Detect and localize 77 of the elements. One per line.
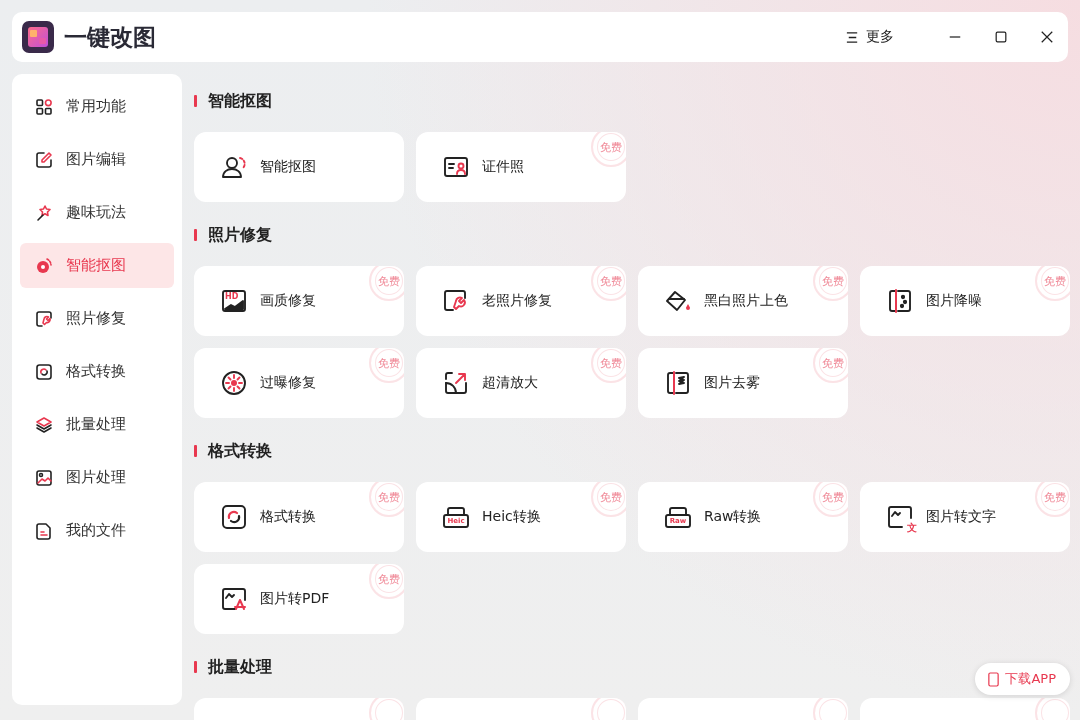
free-stamp: 免费: [813, 266, 848, 301]
sidebar-item[interactable]: 格式转换: [20, 349, 174, 394]
free-stamp: 免费: [813, 348, 848, 383]
free-stamp: 免费: [369, 266, 404, 301]
sidebar-item[interactable]: 常用功能: [20, 84, 174, 129]
sidebar-item[interactable]: 趣味玩法: [20, 190, 174, 235]
sidebar-item[interactable]: 批量处理: [20, 402, 174, 447]
grid-icon: [34, 96, 54, 117]
free-stamp: 免费: [1035, 482, 1070, 517]
menu-icon: [845, 29, 860, 45]
sidebar-item[interactable]: 我的文件: [20, 508, 174, 553]
section-heading: 照片修复: [208, 224, 272, 246]
download-app-button[interactable]: 下载APP: [975, 663, 1070, 695]
tool-card[interactable]: 图片去雾 免费: [638, 348, 848, 418]
maximize-icon[interactable]: [994, 30, 1008, 44]
tool-card[interactable]: 证件照 免费: [416, 132, 626, 202]
tool-card[interactable]: 格式转换 免费: [194, 482, 404, 552]
image-pdf-icon: [220, 585, 248, 613]
tool-card[interactable]: 黑白照片上色 免费: [638, 266, 848, 336]
tool-label: 超清放大: [482, 374, 538, 392]
free-stamp: 免费: [369, 564, 404, 599]
close-icon[interactable]: [1040, 30, 1054, 44]
section-heading: 格式转换: [208, 440, 272, 462]
sidebar-item[interactable]: 照片修复: [20, 296, 174, 341]
tool-label: 过曝修复: [260, 374, 316, 392]
tool-label: 格式转换: [260, 508, 316, 526]
noise-frame-icon: [886, 287, 914, 315]
tool-label: Raw转换: [704, 508, 762, 526]
layers-icon: [34, 414, 54, 435]
tool-label: 证件照: [482, 158, 524, 176]
free-stamp: 免费: [591, 348, 626, 383]
sidebar-item[interactable]: 图片处理: [20, 455, 174, 500]
tool-label: 画质修复: [260, 292, 316, 310]
section-heading: 批量处理: [208, 656, 272, 678]
tool-label: 图片降噪: [926, 292, 982, 310]
tool-card[interactable]: HD 画质修复 免费: [194, 266, 404, 336]
phone-icon: [987, 671, 1001, 687]
edit-icon: [34, 149, 54, 170]
sidebar-item[interactable]: 智能抠图: [20, 243, 174, 288]
sidebar-item[interactable]: 图片编辑: [20, 137, 174, 182]
tool-label: 图片转文字: [926, 508, 996, 526]
tool-card[interactable]: 超清放大 免费: [416, 348, 626, 418]
photo-repair-icon: [34, 308, 54, 329]
tool-label: 智能抠图: [260, 158, 316, 176]
tool-label: Heic转换: [482, 508, 541, 526]
sun-icon: [220, 369, 248, 397]
image-icon: [34, 467, 54, 488]
refresh-icon: [220, 503, 248, 531]
free-stamp: 免费: [369, 348, 404, 383]
more-button[interactable]: 更多: [841, 24, 898, 50]
tool-card[interactable]: 智能抠图: [194, 132, 404, 202]
free-stamp: 免费: [591, 132, 626, 167]
tool-label: 图片转PDF: [260, 590, 330, 608]
free-stamp: 免费: [591, 482, 626, 517]
icon-tag: 文: [907, 523, 917, 533]
tool-label: 老照片修复: [482, 292, 552, 310]
tool-label: 黑白照片上色: [704, 292, 788, 310]
app-title: 一键改图: [64, 22, 156, 52]
haze-frame-icon: [664, 369, 692, 397]
free-stamp: 免费: [1035, 266, 1070, 301]
app-logo-icon: [22, 21, 54, 53]
free-stamp: 免费: [591, 266, 626, 301]
target-icon: [34, 255, 54, 276]
hd-image-icon: [220, 287, 248, 315]
tool-card[interactable]: 过曝修复 免费: [194, 348, 404, 418]
expand-arrow-icon: [442, 369, 470, 397]
tool-card[interactable]: 老照片修复 免费: [416, 266, 626, 336]
file-icon: [34, 520, 54, 541]
tool-card[interactable]: 图片转PDF 免费: [194, 564, 404, 634]
format-icon: [34, 361, 54, 382]
free-stamp: 免费: [813, 482, 848, 517]
section-heading: 智能抠图: [208, 90, 272, 112]
free-stamp: 免费: [369, 482, 404, 517]
tool-card[interactable]: 文 图片转文字 免费: [860, 482, 1070, 552]
tool-label: 图片去雾: [704, 374, 760, 392]
tool-card[interactable]: 图片降噪 免费: [860, 266, 1070, 336]
magic-wand-icon: [34, 202, 54, 223]
